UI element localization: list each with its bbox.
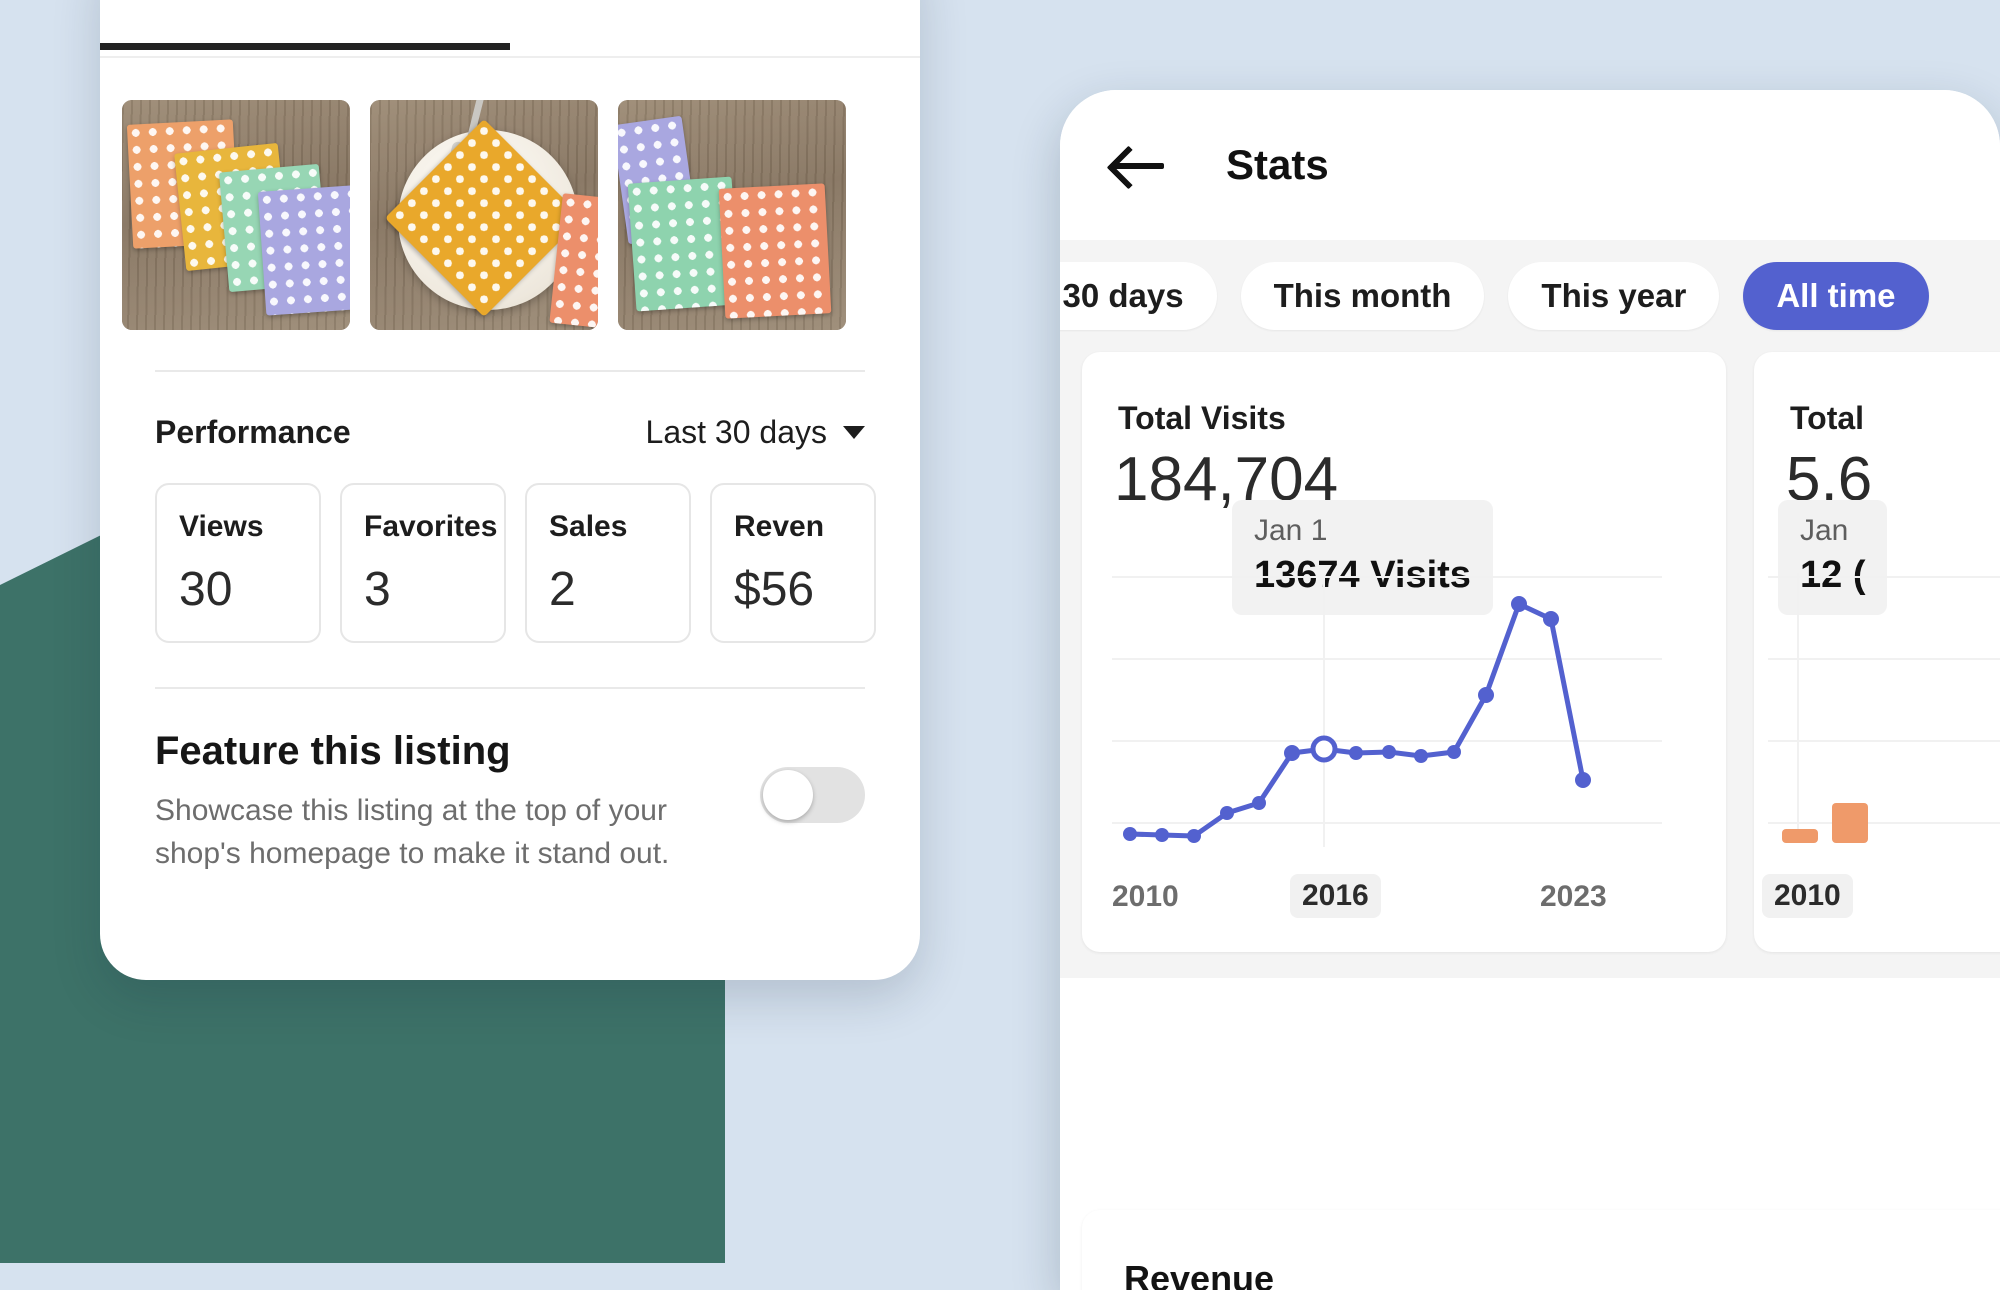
visits-data-points (1123, 596, 1591, 843)
revenue-card[interactable]: Revenue $238,742.71 (1082, 1210, 2000, 1290)
chip-this-month[interactable]: This month (1240, 262, 1485, 330)
tab-listing[interactable]: Listing (510, 0, 920, 50)
stat-card-revenue[interactable]: Reven $56 (710, 483, 876, 643)
x-tick-2010: 2010 (1112, 880, 1179, 913)
x-tick-2016-highlighted: 2016 (1290, 874, 1381, 918)
orders-x-axis: 2010 (1754, 874, 2000, 922)
performance-range-label: Last 30 days (645, 414, 827, 450)
grid-lines (1112, 573, 1662, 847)
performance-title: Performance (155, 414, 351, 450)
chevron-down-icon (843, 426, 865, 439)
visits-x-axis: 2010 2016 2023 (1082, 874, 1726, 922)
orders-bar-chart[interactable] (1754, 547, 2000, 877)
tooltip-date: Jan (1800, 514, 1849, 547)
performance-stats: Views 30 Favorites 3 Sales 2 Reven $56 (100, 451, 920, 643)
photo-napkins-stacked[interactable] (618, 100, 846, 330)
stat-value: $56 (734, 563, 815, 616)
page-title: Stats (1226, 141, 1329, 188)
stat-label: Views (179, 510, 264, 543)
stat-label: Favorites (364, 510, 498, 543)
chip-label: st 30 days (1060, 277, 1184, 314)
chip-all-time[interactable]: All time (1743, 262, 1929, 330)
listing-panel: Overview Listing (100, 0, 920, 980)
stat-card-sales[interactable]: Sales 2 (525, 483, 691, 643)
feature-listing-section: Feature this listing Showcase this listi… (100, 689, 920, 875)
toggle-knob (763, 770, 813, 820)
chip-this-year[interactable]: This year (1508, 262, 1720, 330)
stat-value: 2 (549, 563, 576, 616)
stats-header: Stats (1060, 90, 2000, 240)
visits-line (1127, 601, 1586, 839)
stats-panel: Stats st 30 days This month This year Al… (1060, 90, 2000, 1290)
arrow-left-icon[interactable] (1112, 145, 1168, 185)
performance-range-dropdown[interactable]: Last 30 days (646, 414, 865, 451)
card-label: Total (1790, 400, 1865, 436)
grid-lines (1768, 573, 2000, 843)
card-label: Total Visits (1118, 400, 1286, 436)
stat-value: 30 (179, 563, 233, 616)
chip-label: This year (1541, 277, 1687, 314)
stat-label: Sales (549, 510, 628, 543)
visits-line-chart[interactable] (1082, 547, 1726, 877)
chip-label: All time (1776, 277, 1896, 314)
stat-value: 3 (364, 563, 391, 616)
time-filter-chips: st 30 days This month This year All time (1060, 240, 2000, 352)
feature-toggle[interactable] (760, 767, 865, 823)
napkin-orange-2 (718, 183, 832, 319)
chip-label: This month (1273, 277, 1452, 314)
total-visits-card: Total Visits 184,704 Jan 1 13674 Visits (1082, 352, 1726, 952)
visits-selected-point (1310, 735, 1338, 763)
tab-bar: Overview Listing (100, 0, 920, 58)
photo-napkins-flat-lay[interactable] (122, 100, 350, 330)
feature-title: Feature this listing (155, 729, 511, 773)
x-tick-2023: 2023 (1540, 880, 1607, 913)
stat-label: Reven (734, 510, 825, 543)
chip-last-30-days[interactable]: st 30 days (1060, 262, 1217, 330)
stats-cards-row: Total Visits 184,704 Jan 1 13674 Visits (1060, 352, 2000, 978)
tab-overview[interactable]: Overview (100, 0, 510, 50)
photo-gallery (100, 58, 920, 330)
feature-description: Showcase this listing at the top of your… (155, 794, 670, 870)
stat-card-views[interactable]: Views 30 (155, 483, 321, 643)
x-tick-2010-highlighted: 2010 (1762, 874, 1853, 918)
napkin-purple (257, 184, 350, 316)
total-orders-card: Total 5,6 Jan 12 (2010 (1754, 352, 2000, 952)
tooltip-date: Jan 1 (1254, 514, 1328, 547)
photo-napkin-on-plate[interactable] (370, 100, 598, 330)
stat-card-favorites[interactable]: Favorites 3 (340, 483, 506, 643)
performance-header: Performance Last 30 days (100, 372, 920, 451)
